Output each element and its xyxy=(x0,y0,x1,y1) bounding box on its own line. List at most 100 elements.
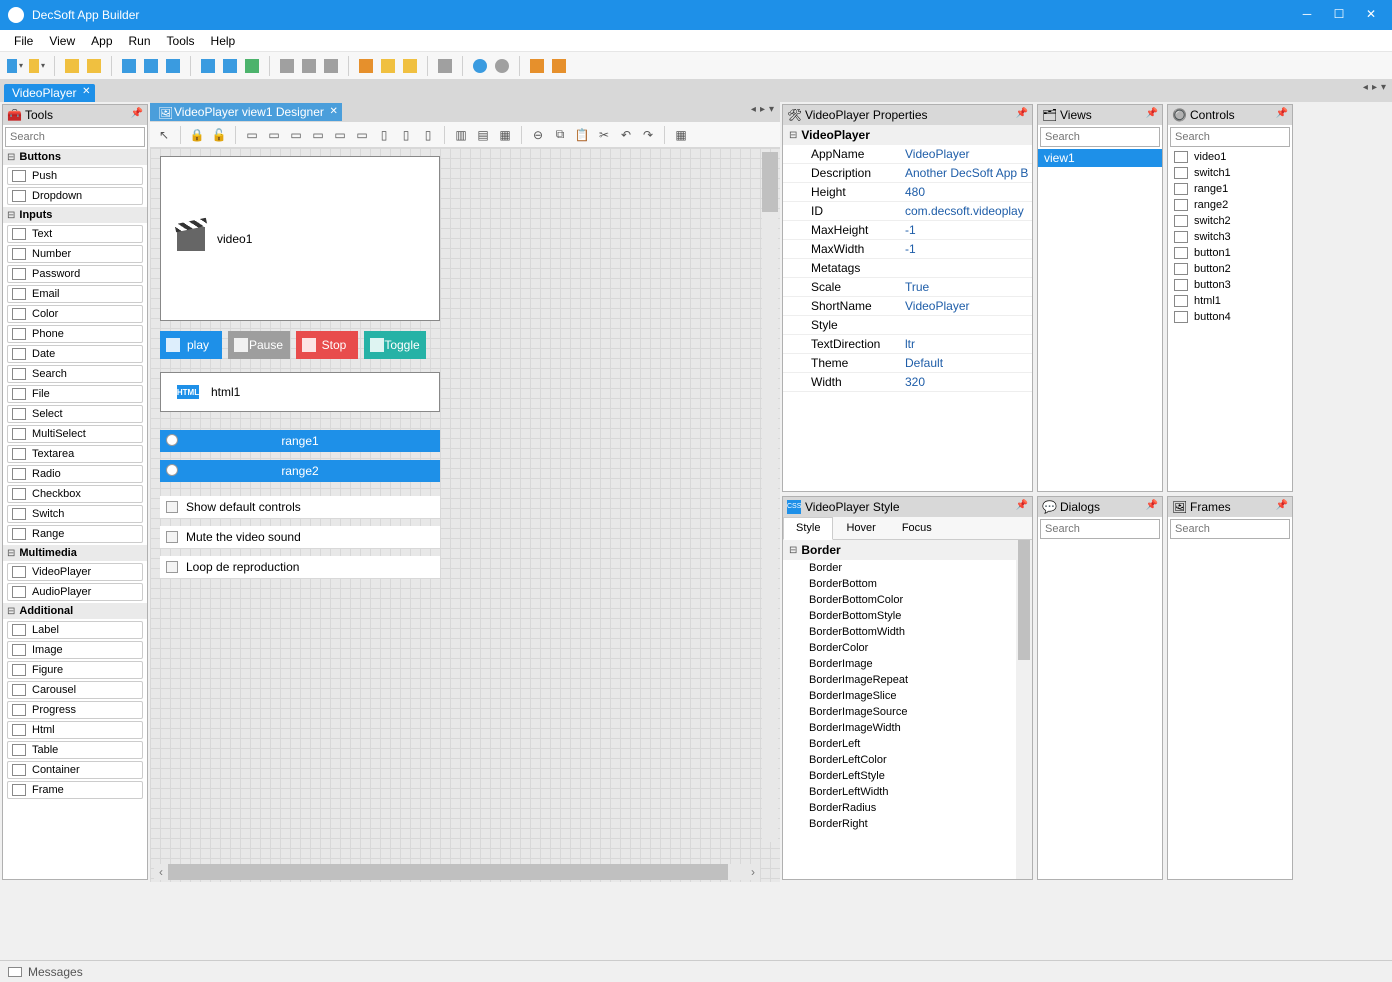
control-switch2[interactable]: Mute the video sound xyxy=(160,526,440,548)
dialogs-search-input[interactable] xyxy=(1041,520,1159,538)
frames-pin-icon[interactable]: 📌 xyxy=(1276,500,1288,511)
dt-redo-icon[interactable]: ↷ xyxy=(640,127,656,143)
property-row[interactable]: MaxWidth-1 xyxy=(783,240,1032,259)
close-button[interactable]: ✕ xyxy=(1364,8,1378,22)
property-row[interactable]: TextDirectionltr xyxy=(783,335,1032,354)
tool-item[interactable]: File xyxy=(7,385,143,403)
tool-item[interactable]: Image xyxy=(7,641,143,659)
tb-debug-icon-1[interactable] xyxy=(528,57,546,75)
tool-item[interactable]: Container xyxy=(7,761,143,779)
tool-item[interactable]: Progress xyxy=(7,701,143,719)
tool-item[interactable]: Frame xyxy=(7,781,143,799)
dt-unlock-icon[interactable]: 🔓 xyxy=(211,127,227,143)
style-row[interactable]: BorderRight xyxy=(783,816,1032,832)
canvas-scrollbar-v[interactable] xyxy=(762,152,778,842)
property-value[interactable]: VideoPlayer xyxy=(901,145,1032,163)
dt-align-2[interactable]: ▭ xyxy=(266,127,282,143)
designer-tabs-next-icon[interactable]: ▸ xyxy=(760,104,765,115)
menu-file[interactable]: File xyxy=(6,32,41,50)
control-video1[interactable]: video1 xyxy=(160,156,440,321)
style-tab-style[interactable]: Style xyxy=(783,517,833,540)
style-row[interactable]: BorderLeftColor xyxy=(783,752,1032,768)
dt-align-6[interactable]: ▭ xyxy=(354,127,370,143)
tools-search[interactable] xyxy=(5,127,145,147)
dt-dist-3[interactable]: ▦ xyxy=(497,127,513,143)
property-value[interactable] xyxy=(901,259,1032,277)
tb-icon-10[interactable] xyxy=(379,57,397,75)
dt-align-9[interactable]: ▯ xyxy=(420,127,436,143)
property-value[interactable]: Default xyxy=(901,354,1032,372)
style-row[interactable]: BorderImage xyxy=(783,656,1032,672)
style-row[interactable]: BorderBottomColor xyxy=(783,592,1032,608)
style-row[interactable]: BorderImageSlice xyxy=(783,688,1032,704)
property-row[interactable]: ShortNameVideoPlayer xyxy=(783,297,1032,316)
tool-item[interactable]: MultiSelect xyxy=(7,425,143,443)
style-row[interactable]: BorderColor xyxy=(783,640,1032,656)
tool-item[interactable]: Text xyxy=(7,225,143,243)
style-row[interactable]: BorderBottom xyxy=(783,576,1032,592)
property-row[interactable]: ThemeDefault xyxy=(783,354,1032,373)
tools-pin-icon[interactable]: 📌 xyxy=(131,108,143,119)
dt-align-7[interactable]: ▯ xyxy=(376,127,392,143)
property-row[interactable]: Metatags xyxy=(783,259,1032,278)
control-range1[interactable]: range1 xyxy=(160,430,440,452)
control-button-play[interactable]: play xyxy=(160,331,222,359)
status-messages[interactable]: Messages xyxy=(28,965,83,979)
designer-tab-close-icon[interactable]: ✕ xyxy=(329,106,337,117)
tool-item[interactable]: Phone xyxy=(7,325,143,343)
doc-tabs-prev-icon[interactable]: ◂ xyxy=(1363,82,1368,93)
control-switch3[interactable]: Loop de reproduction xyxy=(160,556,440,578)
views-search-input[interactable] xyxy=(1041,128,1159,146)
tool-category[interactable]: Additional xyxy=(3,603,147,619)
style-row[interactable]: BorderBottomWidth xyxy=(783,624,1032,640)
menu-tools[interactable]: Tools xyxy=(159,32,203,50)
controls-item[interactable]: button4 xyxy=(1168,309,1292,325)
property-value[interactable]: com.decsoft.videoplay xyxy=(901,202,1032,220)
tb-copy-icon[interactable] xyxy=(164,57,182,75)
tb-run-icon[interactable] xyxy=(471,57,489,75)
dialogs-pin-icon[interactable]: 📌 xyxy=(1146,500,1158,511)
control-switch1[interactable]: Show default controls xyxy=(160,496,440,518)
style-tab-focus[interactable]: Focus xyxy=(889,517,945,539)
controls-item[interactable]: video1 xyxy=(1168,149,1292,165)
tb-save-icon[interactable] xyxy=(120,57,138,75)
dt-undo-icon[interactable]: ↶ xyxy=(618,127,634,143)
controls-item[interactable]: switch3 xyxy=(1168,229,1292,245)
tb-icon-11[interactable] xyxy=(401,57,419,75)
controls-item[interactable]: range2 xyxy=(1168,197,1292,213)
controls-item[interactable]: button3 xyxy=(1168,277,1292,293)
tool-category[interactable]: Buttons xyxy=(3,149,147,165)
designer-tabs-menu-icon[interactable]: ▾ xyxy=(769,104,774,115)
tb-icon-2[interactable] xyxy=(85,57,103,75)
control-html1[interactable]: HTML html1 xyxy=(160,372,440,412)
tb-settings-icon[interactable] xyxy=(436,57,454,75)
tb-stop-icon[interactable] xyxy=(493,57,511,75)
menu-app[interactable]: App xyxy=(83,32,120,50)
controls-pin-icon[interactable]: 📌 xyxy=(1276,108,1288,119)
controls-search-input[interactable] xyxy=(1171,128,1289,146)
doc-tabs-menu-icon[interactable]: ▾ xyxy=(1381,82,1386,93)
tb-icon-6[interactable] xyxy=(278,57,296,75)
properties-pin-icon[interactable]: 📌 xyxy=(1016,108,1028,119)
style-tab-hover[interactable]: Hover xyxy=(833,517,888,539)
messages-icon[interactable] xyxy=(8,967,22,977)
tb-icon-4[interactable] xyxy=(221,57,239,75)
dialogs-search[interactable] xyxy=(1040,519,1160,539)
style-row[interactable]: BorderImageRepeat xyxy=(783,672,1032,688)
property-value[interactable]: Another DecSoft App B xyxy=(901,164,1032,182)
dt-align-5[interactable]: ▭ xyxy=(332,127,348,143)
menu-view[interactable]: View xyxy=(41,32,83,50)
frames-search[interactable] xyxy=(1170,519,1290,539)
tool-item[interactable]: Date xyxy=(7,345,143,363)
property-value[interactable]: True xyxy=(901,278,1032,296)
property-value[interactable]: 320 xyxy=(901,373,1032,391)
tool-item[interactable]: Radio xyxy=(7,465,143,483)
designer-tabs-prev-icon[interactable]: ◂ xyxy=(751,104,756,115)
property-row[interactable]: MaxHeight-1 xyxy=(783,221,1032,240)
menu-run[interactable]: Run xyxy=(121,32,159,50)
style-row[interactable]: BorderLeftStyle xyxy=(783,768,1032,784)
tool-item[interactable]: Html xyxy=(7,721,143,739)
style-row[interactable]: BorderBottomStyle xyxy=(783,608,1032,624)
tb-icon-3[interactable] xyxy=(199,57,217,75)
tool-item[interactable]: Switch xyxy=(7,505,143,523)
